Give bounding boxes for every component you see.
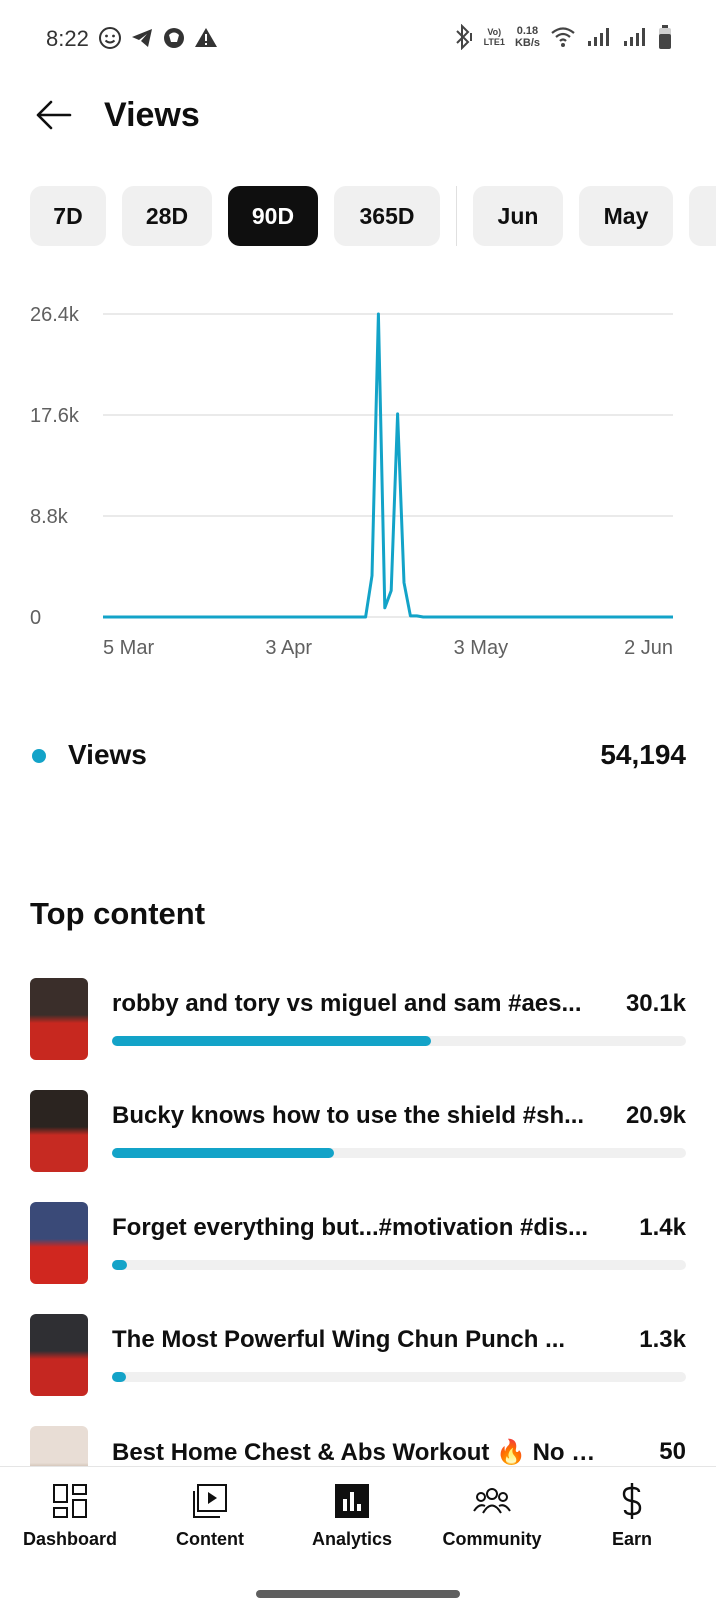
- nav-analytics[interactable]: Analytics: [282, 1481, 422, 1561]
- warning-icon: [195, 28, 217, 47]
- nav-label: Analytics: [311, 1529, 393, 1549]
- video-title: The Most Powerful Wing Chun Punch ...: [112, 1326, 566, 1353]
- chart-y-tick-label: 8.8k: [30, 506, 69, 528]
- dashboard-icon: [53, 1484, 87, 1518]
- views-bar: [112, 1260, 686, 1270]
- vpn-icon: [164, 28, 184, 48]
- nav-content[interactable]: Content: [140, 1481, 280, 1561]
- period-selector: 7D 28D 90D 365D Jun May: [30, 186, 716, 246]
- video-views: 50: [659, 1438, 686, 1465]
- period-chip-more[interactable]: [689, 186, 716, 246]
- top-content-item[interactable]: Bucky knows how to use the shield #sh...…: [30, 1090, 686, 1202]
- video-thumbnail: [30, 1314, 88, 1396]
- period-chip-jun[interactable]: Jun: [473, 186, 563, 246]
- video-thumbnail: [30, 1090, 88, 1172]
- telegram-icon: [132, 29, 152, 47]
- notification-icons: [98, 26, 218, 50]
- nav-label: Content: [176, 1529, 244, 1549]
- views-bar: [112, 1036, 686, 1046]
- nav-community[interactable]: Community: [422, 1481, 562, 1561]
- chart-series-line: [103, 312, 673, 619]
- video-thumbnail: [30, 1202, 88, 1284]
- analytics-icon: [335, 1484, 369, 1518]
- nav-label: Dashboard: [22, 1529, 118, 1549]
- page-title: Views: [104, 96, 200, 134]
- video-title: Forget everything but...#motivation #dis…: [112, 1214, 589, 1241]
- period-chip-28d[interactable]: 28D: [122, 186, 212, 246]
- app-header: Views: [0, 80, 716, 180]
- top-content-title: Top content: [30, 896, 206, 931]
- summary-label: Views: [68, 739, 147, 770]
- smiley-icon: [99, 27, 121, 49]
- nav-label: Community: [442, 1529, 542, 1549]
- views-bar-fill: [112, 1372, 126, 1382]
- video-views: 30.1k: [625, 990, 686, 1017]
- video-views: 20.9k: [625, 1102, 686, 1129]
- arrow-left-icon: [36, 100, 72, 130]
- status-time: 8:22: [46, 26, 89, 51]
- top-content-item[interactable]: The Most Powerful Wing Chun Punch ... 1.…: [30, 1314, 686, 1426]
- video-thumbnail: [30, 978, 88, 1060]
- wifi-icon: [551, 27, 575, 47]
- back-button[interactable]: [30, 92, 76, 138]
- chart-y-tick-label: 26.4k: [30, 304, 80, 326]
- nav-dashboard[interactable]: Dashboard: [0, 1481, 140, 1561]
- content-icon: [193, 1484, 227, 1518]
- home-indicator[interactable]: [256, 1590, 460, 1598]
- top-content-item[interactable]: robby and tory vs miguel and sam #aes...…: [30, 978, 686, 1090]
- system-icons: Vo) LTE1 0.18 KB/s: [452, 24, 672, 50]
- nav-earn[interactable]: Earn: [562, 1481, 702, 1561]
- chart-y-tick-label: 17.6k: [30, 405, 80, 427]
- top-content-item[interactable]: Forget everything but...#motivation #dis…: [30, 1202, 686, 1314]
- period-chip-7d[interactable]: 7D: [30, 186, 106, 246]
- community-icon: [473, 1488, 511, 1514]
- views-chart: 0 8.8k 17.6k 26.4k 5 Mar 3 Apr 3 May 2 Jun: [0, 296, 716, 686]
- period-chip-may[interactable]: May: [579, 186, 673, 246]
- views-bar-fill: [112, 1260, 127, 1270]
- views-line-chart: 0 8.8k 17.6k 26.4k 5 Mar 3 Apr 3 May 2 Jun: [30, 304, 673, 659]
- chart-y-tick-label: 0: [30, 607, 41, 629]
- views-bar: [112, 1372, 686, 1382]
- views-bar-fill: [112, 1036, 431, 1046]
- period-chip-90d[interactable]: 90D: [228, 186, 318, 246]
- chip-divider: [456, 186, 457, 246]
- status-bar: 8:22 Vo) LTE1 0.18 KB/s: [0, 0, 716, 80]
- lte-indicator: Vo) LTE1: [483, 27, 505, 47]
- chart-x-tick-label: 2 Jun: [624, 637, 673, 659]
- top-content-item[interactable]: Best Home Chest & Abs Workout 🔥 No Eq...…: [30, 1426, 686, 1466]
- views-summary: Views 54,194: [30, 733, 686, 779]
- network-speed: 0.18 KB/s: [514, 25, 540, 49]
- signal-icon: [588, 28, 609, 46]
- views-bar: [112, 1148, 686, 1158]
- video-thumbnail: [30, 1426, 88, 1466]
- signal-icon: [624, 28, 645, 46]
- bluetooth-icon: [455, 24, 472, 50]
- nav-label: Earn: [611, 1529, 653, 1549]
- video-title: robby and tory vs miguel and sam #aes...: [112, 990, 582, 1017]
- video-title: Bucky knows how to use the shield #sh...: [112, 1102, 585, 1129]
- summary-value: 54,194: [600, 739, 686, 770]
- views-bar-fill: [112, 1148, 335, 1158]
- video-title: Best Home Chest & Abs Workout 🔥 No Eq...: [112, 1439, 602, 1466]
- chart-x-tick-label: 5 Mar: [103, 637, 154, 659]
- period-chip-365d[interactable]: 365D: [334, 186, 440, 246]
- video-views: 1.3k: [639, 1326, 686, 1353]
- battery-icon: [659, 25, 671, 49]
- top-content-list: robby and tory vs miguel and sam #aes...…: [30, 978, 686, 1466]
- chart-x-tick-label: 3 May: [454, 637, 508, 659]
- video-views: 1.4k: [639, 1214, 686, 1241]
- chart-x-tick-label: 3 Apr: [265, 637, 312, 659]
- earn-icon: [622, 1483, 642, 1519]
- legend-dot: [32, 749, 46, 763]
- bottom-navigation: Dashboard Content Analytics Community Ea…: [0, 1466, 716, 1600]
